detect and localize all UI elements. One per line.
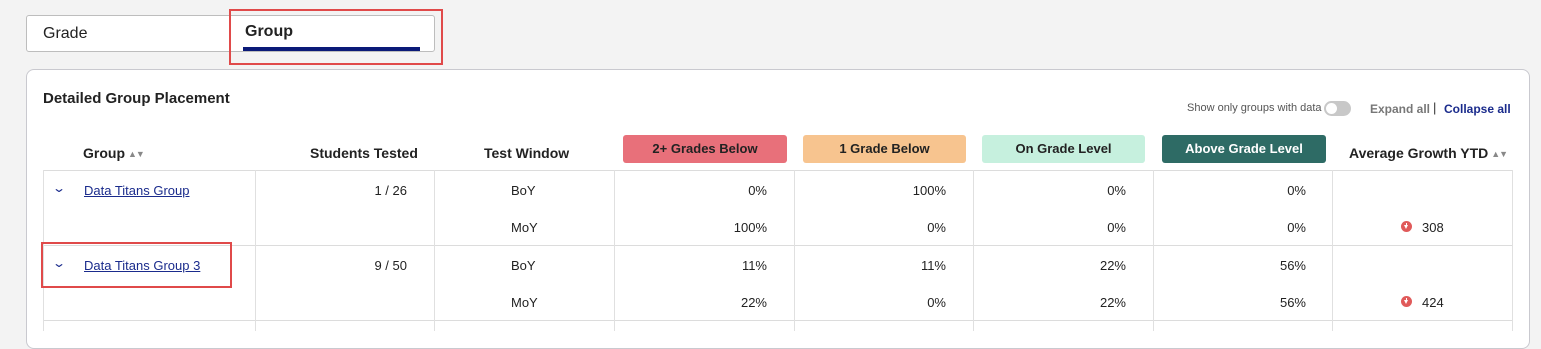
row-divider <box>43 245 1513 246</box>
column-header-above-grade-level: Above Grade Level <box>1162 135 1326 163</box>
view-tabs: Grade Group <box>26 15 435 52</box>
separator: | <box>1433 100 1437 115</box>
column-header-group-label: Group <box>83 145 125 161</box>
two-below-value: 0% <box>748 183 767 198</box>
sort-icon: ▲▼ <box>128 149 145 159</box>
one-below-value: 0% <box>927 295 946 310</box>
header-divider <box>43 170 1513 171</box>
students-tested-value: 9 / 50 <box>374 258 407 273</box>
arrow-down-circle-icon <box>1401 221 1412 232</box>
average-growth-value: 308 <box>1422 220 1444 235</box>
column-header-test-window: Test Window <box>484 145 570 161</box>
test-window-value: MoY <box>511 220 538 235</box>
show-groups-with-data-toggle[interactable] <box>1324 101 1351 116</box>
two-below-value: 22% <box>740 295 767 310</box>
row-divider <box>43 320 1513 321</box>
column-header-growth-label: Average Growth YTD <box>1349 145 1489 161</box>
arrow-down-circle-icon <box>1401 296 1412 307</box>
column-divider <box>1512 170 1513 331</box>
group-link[interactable]: Data Titans Group <box>84 183 190 198</box>
column-header-students-tested: Students Tested <box>310 145 418 161</box>
column-divider <box>614 170 615 331</box>
average-growth-value: 424 <box>1422 295 1444 310</box>
column-header-two-grades-below: 2+ Grades Below <box>623 135 787 163</box>
above-level-value: 56% <box>1279 258 1306 273</box>
on-level-value: 0% <box>1107 183 1126 198</box>
chevron-down-icon[interactable]: ⌄ <box>52 256 66 270</box>
column-header-average-growth[interactable]: Average Growth YTD ▲▼ <box>1349 145 1508 161</box>
collapse-all-link[interactable]: Collapse all <box>1444 102 1511 116</box>
test-window-value: BoY <box>511 258 536 273</box>
toggle-label: Show only groups with data <box>1187 102 1322 114</box>
one-below-value: 0% <box>927 220 946 235</box>
above-level-value: 0% <box>1287 183 1306 198</box>
chevron-down-icon[interactable]: ⌄ <box>52 181 66 195</box>
two-below-value: 100% <box>733 220 767 235</box>
tab-group-label: Group <box>245 23 293 40</box>
column-header-one-grade-below: 1 Grade Below <box>803 135 966 163</box>
above-level-value: 0% <box>1287 220 1306 235</box>
toggle-knob <box>1326 103 1337 114</box>
tab-group[interactable]: Group <box>243 16 420 51</box>
above-level-value: 56% <box>1279 295 1306 310</box>
column-divider <box>794 170 795 331</box>
on-level-value: 22% <box>1099 295 1126 310</box>
group-link[interactable]: Data Titans Group 3 <box>84 258 200 273</box>
students-tested-value: 1 / 26 <box>374 183 407 198</box>
column-divider <box>1153 170 1154 331</box>
card-title: Detailed Group Placement <box>43 90 230 107</box>
column-header-on-grade-level: On Grade Level <box>982 135 1145 163</box>
test-window-value: MoY <box>511 295 538 310</box>
tab-grade[interactable]: Grade <box>43 16 87 51</box>
active-tab-indicator <box>243 47 420 51</box>
column-header-group[interactable]: Group ▲▼ <box>83 145 145 161</box>
one-below-value: 100% <box>912 183 946 198</box>
column-divider <box>973 170 974 331</box>
two-below-value: 11% <box>741 258 767 273</box>
one-below-value: 11% <box>920 258 946 273</box>
column-divider <box>255 170 256 331</box>
column-divider <box>434 170 435 331</box>
test-window-value: BoY <box>511 183 536 198</box>
column-divider <box>43 170 44 331</box>
expand-all-link[interactable]: Expand all <box>1370 102 1430 116</box>
on-level-value: 0% <box>1107 220 1126 235</box>
column-divider <box>1332 170 1333 331</box>
sort-icon: ▲▼ <box>1491 149 1508 159</box>
on-level-value: 22% <box>1099 258 1126 273</box>
